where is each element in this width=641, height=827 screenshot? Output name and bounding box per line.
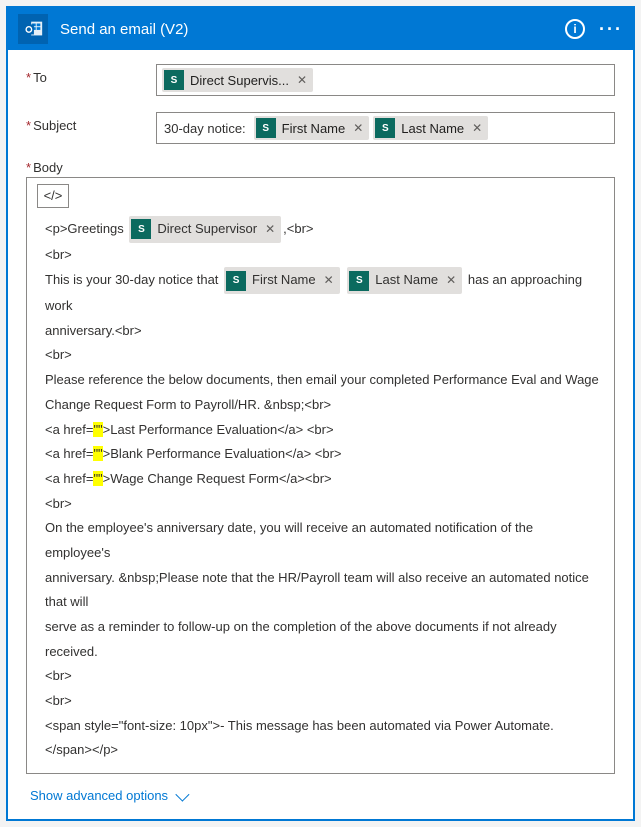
body-text: <a href= — [45, 446, 93, 461]
sharepoint-badge-icon: S — [375, 118, 395, 138]
token-label: Direct Supervis... — [190, 73, 289, 88]
sharepoint-badge-icon: S — [349, 271, 369, 291]
remove-token-icon[interactable]: ✕ — [470, 121, 482, 135]
body-text: Change Request Form to Payroll/HR. &nbsp… — [45, 393, 600, 418]
body-text: <br> — [45, 492, 600, 517]
body-text: This is your 30-day notice that — [45, 272, 218, 287]
token-label: Last Name — [375, 268, 438, 293]
body-text: <br> — [45, 664, 600, 689]
show-advanced-options[interactable]: Show advanced options — [26, 774, 190, 809]
token-first-name[interactable]: S First Name ✕ — [254, 116, 370, 140]
body-label: Body — [26, 160, 615, 175]
sharepoint-badge-icon: S — [256, 118, 276, 138]
remove-token-icon[interactable]: ✕ — [295, 73, 307, 87]
token-direct-supervisor[interactable]: S Direct Supervis... ✕ — [162, 68, 313, 92]
body-text: >Last Performance Evaluation</a> <br> — [103, 422, 334, 437]
body-text: On the employee's anniversary date, you … — [45, 516, 600, 565]
token-label: First Name — [252, 268, 316, 293]
subject-label: Subject — [26, 112, 156, 144]
card-title: Send an email (V2) — [60, 21, 565, 38]
code-view-toggle[interactable]: </> — [37, 184, 69, 208]
remove-token-icon[interactable]: ✕ — [351, 121, 363, 135]
body-text: <br> — [45, 689, 600, 714]
body-text: >Wage Change Request Form</a><br> — [103, 471, 332, 486]
sharepoint-badge-icon: S — [131, 219, 151, 239]
body-text: ,<br> — [283, 221, 313, 236]
token-last-name[interactable]: S Last Name ✕ — [373, 116, 488, 140]
body-text: serve as a reminder to follow-up on the … — [45, 615, 600, 664]
highlight: "" — [93, 446, 102, 461]
token-last-name[interactable]: S Last Name ✕ — [347, 267, 462, 294]
token-first-name[interactable]: S First Name ✕ — [224, 267, 340, 294]
advanced-label: Show advanced options — [30, 788, 168, 803]
subject-row: Subject 30-day notice: S First Name ✕ S … — [26, 112, 615, 144]
token-direct-supervisor[interactable]: S Direct Supervisor ✕ — [129, 216, 281, 243]
remove-token-icon[interactable]: ✕ — [263, 218, 275, 241]
action-card: Send an email (V2) i ··· To S Direct Sup… — [6, 6, 635, 821]
body-text: anniversary. &nbsp;Please note that the … — [45, 566, 600, 615]
body-content[interactable]: <p>Greetings S Direct Supervisor ✕ ,<br>… — [37, 216, 604, 763]
body-text: anniversary.<br> — [45, 319, 600, 344]
sharepoint-badge-icon: S — [164, 70, 184, 90]
body-text: <span style="font-size: 10px">- This mes… — [45, 714, 600, 763]
sharepoint-badge-icon: S — [226, 271, 246, 291]
subject-input[interactable]: 30-day notice: S First Name ✕ S Last Nam… — [156, 112, 615, 144]
highlight: "" — [93, 422, 102, 437]
outlook-icon — [18, 14, 48, 44]
to-label: To — [26, 64, 156, 96]
token-label: Direct Supervisor — [157, 217, 257, 242]
card-body: To S Direct Supervis... ✕ Subject 30-day… — [8, 50, 633, 819]
body-box[interactable]: </> <p>Greetings S Direct Supervisor ✕ ,… — [26, 177, 615, 774]
subject-prefix: 30-day notice: — [162, 121, 250, 136]
info-icon[interactable]: i — [565, 19, 585, 39]
token-label: First Name — [282, 121, 346, 136]
body-text: <br> — [45, 343, 600, 368]
remove-token-icon[interactable]: ✕ — [444, 269, 456, 292]
highlight: "" — [93, 471, 102, 486]
body-text: <p>Greetings — [45, 221, 124, 236]
token-label: Last Name — [401, 121, 464, 136]
body-text: Please reference the below documents, th… — [45, 368, 600, 393]
card-header: Send an email (V2) i ··· — [8, 8, 633, 50]
remove-token-icon[interactable]: ✕ — [322, 269, 334, 292]
body-text: <br> — [45, 243, 600, 268]
chevron-down-icon — [175, 787, 189, 801]
more-icon[interactable]: ··· — [599, 19, 623, 40]
to-row: To S Direct Supervis... ✕ — [26, 64, 615, 96]
to-input[interactable]: S Direct Supervis... ✕ — [156, 64, 615, 96]
body-text: <a href= — [45, 471, 93, 486]
body-text: >Blank Performance Evaluation</a> <br> — [103, 446, 342, 461]
body-text: <a href= — [45, 422, 93, 437]
